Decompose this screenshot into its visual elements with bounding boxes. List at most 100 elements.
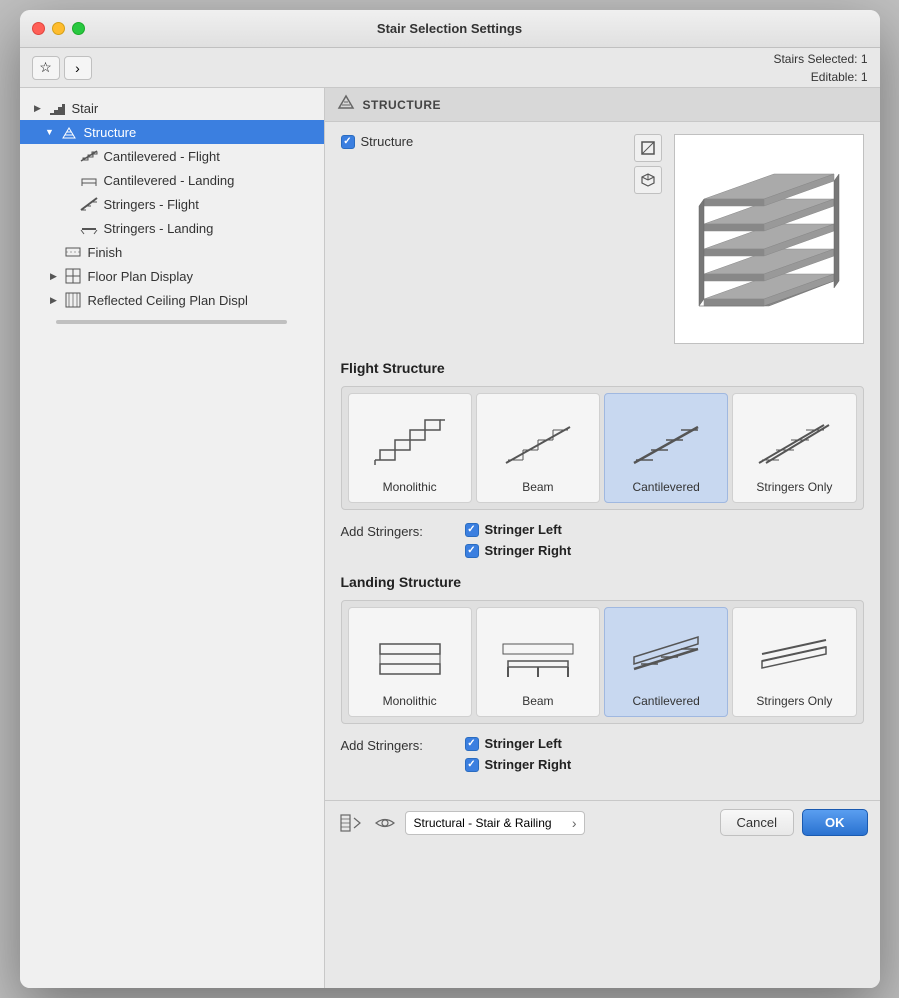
- bottom-bar: Structural - Stair & Railing Cancel OK: [325, 800, 880, 844]
- view-select-wrapper[interactable]: Structural - Stair & Railing: [405, 811, 585, 835]
- flight-option-beam[interactable]: Beam: [476, 393, 600, 503]
- cancel-button[interactable]: Cancel: [720, 809, 794, 836]
- sidebar-label-stair: Stair: [72, 101, 99, 116]
- flight-structure-options: Monolithic: [341, 386, 864, 510]
- landing-structure-label: Landing Structure: [341, 574, 864, 590]
- structure-checkbox[interactable]: [341, 135, 355, 149]
- no-arrow: [64, 150, 76, 162]
- flight-stringers-only-label: Stringers Only: [756, 480, 832, 494]
- eye-icon: [373, 811, 397, 835]
- preview-icons: [634, 134, 662, 194]
- sidebar-item-stringers-flight[interactable]: Stringers - Flight: [20, 192, 324, 216]
- sidebar-label-floor-plan: Floor Plan Display: [88, 269, 194, 284]
- sidebar-label-cantilevered-flight: Cantilevered - Flight: [104, 149, 220, 164]
- sidebar-item-floor-plan[interactable]: ▶ Floor Plan Display: [20, 264, 324, 288]
- main-content: ▶ Stair ▼: [20, 88, 880, 988]
- sidebar-item-cantilevered-flight[interactable]: Cantilevered - Flight: [20, 144, 324, 168]
- sidebar-item-finish[interactable]: Finish: [20, 240, 324, 264]
- main-window: Stair Selection Settings ☆ › Stairs Sele…: [20, 10, 880, 988]
- editable-text: Editable: 1: [773, 68, 867, 86]
- toolbar: ☆ › Stairs Selected: 1 Editable: 1: [20, 48, 880, 88]
- flight-stringer-right-checkbox[interactable]: [465, 544, 479, 558]
- section-body: Structure: [325, 122, 880, 800]
- flight-stringer-left-checkbox[interactable]: [465, 523, 479, 537]
- section-header: STRUCTURE: [325, 88, 880, 122]
- landing-option-stringers-only[interactable]: Stringers Only: [732, 607, 856, 717]
- breadcrumb-button[interactable]: ›: [64, 56, 92, 80]
- cantilevered-flight-icon: [80, 147, 98, 165]
- cantilevered-flight-opt-icon: [626, 402, 706, 472]
- flight-cantilevered-label: Cantilevered: [632, 480, 699, 494]
- favorite-button[interactable]: ☆: [32, 56, 60, 80]
- flight-stringer-left-label: Stringer Left: [485, 522, 562, 537]
- landing-stringer-right-checkbox[interactable]: [465, 758, 479, 772]
- sidebar-item-stair[interactable]: ▶ Stair: [20, 96, 324, 120]
- view-select[interactable]: Structural - Stair & Railing: [405, 811, 585, 835]
- monolithic-landing-icon: [370, 616, 450, 686]
- flight-structure-label: Flight Structure: [341, 360, 864, 376]
- stringers-only-flight-icon: [754, 402, 834, 472]
- landing-stringers-row: Add Stringers: Stringer Left Stringer Ri…: [341, 736, 864, 772]
- structure-checkbox-row[interactable]: Structure: [341, 134, 634, 149]
- close-button[interactable]: [32, 22, 45, 35]
- arrow-collapsed-icon: ▶: [48, 270, 60, 282]
- flight-structure-section: Flight Structure Monolithic: [341, 360, 864, 558]
- window-title: Stair Selection Settings: [377, 21, 522, 36]
- sidebar-item-structure[interactable]: ▼ Structure: [20, 120, 324, 144]
- landing-option-monolithic[interactable]: Monolithic: [348, 607, 472, 717]
- no-arrow: [64, 222, 76, 234]
- section-header-label: STRUCTURE: [363, 98, 442, 112]
- landing-cantilevered-label: Cantilevered: [632, 694, 699, 708]
- landing-stringer-left-checkbox[interactable]: [465, 737, 479, 751]
- minimize-button[interactable]: [52, 22, 65, 35]
- landing-stringer-left-row[interactable]: Stringer Left: [465, 736, 572, 751]
- flight-stringer-right-label: Stringer Right: [485, 543, 572, 558]
- bottom-bar-left: Structural - Stair & Railing: [337, 811, 585, 835]
- landing-option-beam[interactable]: Beam: [476, 607, 600, 717]
- stringers-flight-icon: [80, 195, 98, 213]
- landing-stringers-only-label: Stringers Only: [756, 694, 832, 708]
- arrow-icon: ▼: [44, 126, 56, 138]
- chevron-right-icon: ›: [75, 60, 80, 76]
- titlebar: Stair Selection Settings: [20, 10, 880, 48]
- landing-monolithic-label: Monolithic: [383, 694, 437, 708]
- flight-stringers-checks: Stringer Left Stringer Right: [465, 522, 572, 558]
- landing-option-cantilevered[interactable]: Cantilevered: [604, 607, 728, 717]
- flight-stringer-right-row[interactable]: Stringer Right: [465, 543, 572, 558]
- structure-label: Structure: [361, 134, 414, 149]
- flight-monolithic-label: Monolithic: [383, 480, 437, 494]
- selection-info: Stairs Selected: 1 Editable: 1: [773, 50, 867, 86]
- flight-beam-label: Beam: [522, 480, 553, 494]
- sidebar-label-stringers-flight: Stringers - Flight: [104, 197, 199, 212]
- beam-flight-icon: [498, 402, 578, 472]
- sidebar: ▶ Stair ▼: [20, 88, 325, 988]
- sidebar-item-stringers-landing[interactable]: Stringers - Landing: [20, 216, 324, 240]
- stairs-selected-text: Stairs Selected: 1: [773, 50, 867, 68]
- stair-icon: [48, 99, 66, 117]
- maximize-button[interactable]: [72, 22, 85, 35]
- star-icon: ☆: [39, 59, 52, 76]
- view-icon-button[interactable]: [337, 811, 365, 835]
- sidebar-item-reflected-ceiling[interactable]: ▶ Reflected Ceiling Plan Displ: [20, 288, 324, 312]
- finish-icon: [64, 243, 82, 261]
- sidebar-label-reflected-ceiling: Reflected Ceiling Plan Displ: [88, 293, 248, 308]
- sidebar-item-cantilevered-landing[interactable]: Cantilevered - Landing: [20, 168, 324, 192]
- flight-add-stringers-label: Add Stringers:: [341, 522, 441, 539]
- structure-icon: [60, 123, 78, 141]
- section-header-icon: [337, 94, 355, 115]
- stringers-only-landing-icon: [754, 616, 834, 686]
- sidebar-label-finish: Finish: [88, 245, 123, 260]
- 2d-view-button[interactable]: [634, 134, 662, 162]
- 3d-view-button[interactable]: [634, 166, 662, 194]
- flight-stringer-left-row[interactable]: Stringer Left: [465, 522, 572, 537]
- flight-option-stringers-only[interactable]: Stringers Only: [732, 393, 856, 503]
- flight-option-cantilevered[interactable]: Cantilevered: [604, 393, 728, 503]
- sidebar-label-cantilevered-landing: Cantilevered - Landing: [104, 173, 235, 188]
- reflected-ceiling-icon: [64, 291, 82, 309]
- landing-beam-label: Beam: [522, 694, 553, 708]
- arrow-icon: ▶: [32, 102, 44, 114]
- landing-stringer-right-row[interactable]: Stringer Right: [465, 757, 572, 772]
- flight-option-monolithic[interactable]: Monolithic: [348, 393, 472, 503]
- ok-button[interactable]: OK: [802, 809, 868, 836]
- structure-top: Structure: [341, 134, 864, 344]
